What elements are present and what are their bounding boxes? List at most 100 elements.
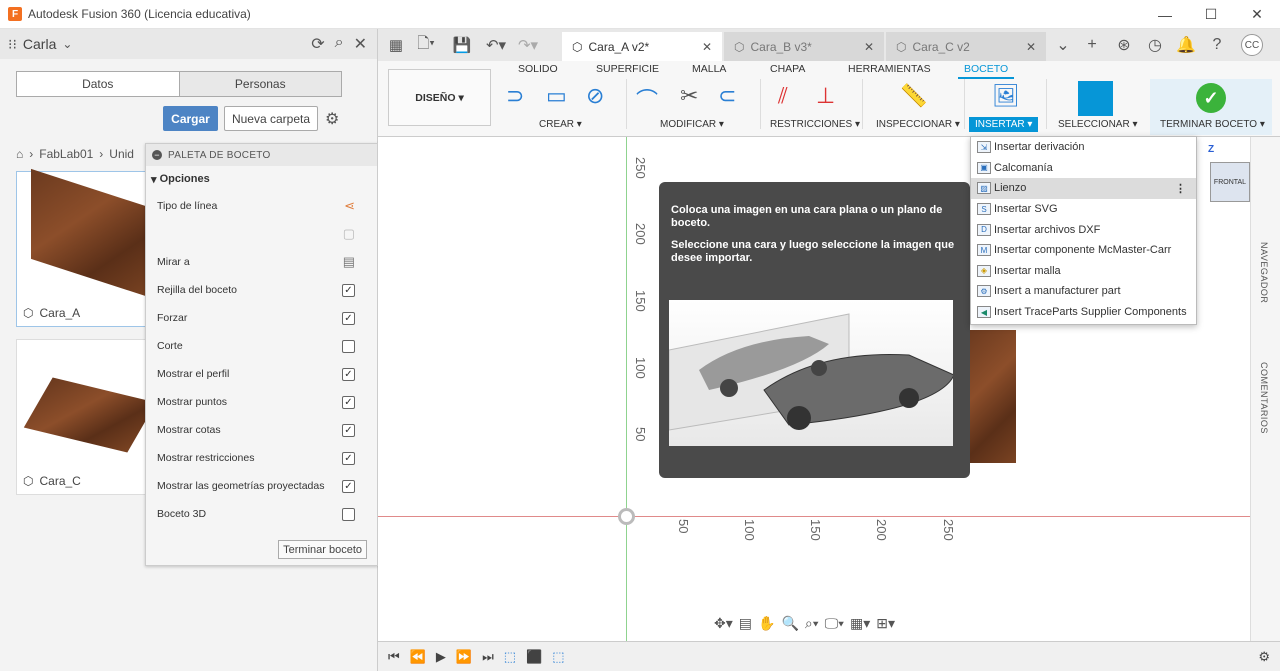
group-terminar-boceto[interactable]: TERMINAR BOCETO ▾ (1160, 119, 1265, 130)
orbit-icon[interactable]: ✥▾ (714, 615, 733, 632)
menu-item-traceparts[interactable]: ◀ Insert TraceParts Supplier Components (971, 302, 1196, 323)
tab-overflow-icon[interactable]: ⌄ (1052, 29, 1074, 61)
file-card[interactable]: ⬡ Cara_A (16, 168, 149, 327)
rectangle-icon[interactable]: ▭ (546, 83, 567, 109)
checkbox[interactable]: ✓ (342, 311, 355, 325)
save-icon[interactable]: 💾 (450, 36, 474, 54)
close-icon[interactable]: ✕ (354, 34, 367, 54)
trim-icon[interactable]: ✂ (680, 83, 698, 109)
user-avatar[interactable]: CC (1240, 29, 1264, 61)
finish-sketch-icon[interactable]: ✓ (1196, 83, 1226, 113)
timeline-feature-icon[interactable]: ⬚ (504, 649, 516, 665)
pan-icon[interactable]: ✋ (758, 615, 775, 632)
timeline-sketch-icon[interactable]: ⬚ (552, 649, 564, 665)
offset-icon[interactable]: ⊂ (718, 83, 736, 109)
fit-icon[interactable]: ⌕▾ (805, 615, 819, 632)
timeline-feature-icon[interactable]: ⬛ (526, 649, 542, 665)
construction-icon[interactable]: ▢ (343, 226, 355, 242)
measure-icon[interactable]: 📏 (900, 83, 927, 109)
go-to-end-icon[interactable]: ⏭ (482, 649, 494, 665)
checkbox[interactable]: ✓ (342, 367, 355, 381)
perpendicular-constraint-icon[interactable]: ⊥ (816, 83, 835, 109)
refresh-icon[interactable]: ⟳ (311, 34, 324, 54)
notifications-icon[interactable]: 🔔 (1174, 29, 1198, 61)
options-section[interactable]: ▾ Opciones (146, 166, 377, 192)
group-seleccionar[interactable]: SELECCIONAR ▾ (1058, 119, 1137, 130)
new-folder-button[interactable]: Nueva carpeta (224, 106, 318, 131)
look-at-icon[interactable]: ▤ (739, 615, 752, 632)
look-at-icon[interactable]: ▤ (343, 254, 355, 270)
zoom-icon[interactable]: 🔍 (781, 615, 798, 632)
tab-chapa[interactable]: CHAPA (770, 63, 805, 75)
tab-malla[interactable]: MALLA (692, 63, 726, 75)
user-selector[interactable]: Carla (23, 36, 56, 52)
checkbox[interactable]: ✓ (342, 395, 355, 409)
tab-datos[interactable]: Datos (17, 72, 179, 96)
group-inspeccionar[interactable]: INSPECCIONAR ▾ (876, 119, 960, 130)
select-icon[interactable] (1078, 81, 1113, 116)
viewports-icon[interactable]: ⊞▾ (876, 615, 895, 632)
checkbox[interactable]: ✓ (342, 423, 355, 437)
coincident-constraint-icon[interactable]: ⫽ (778, 83, 788, 109)
tab-herramientas[interactable]: HERRAMIENTAS (848, 63, 931, 75)
grid-icon[interactable]: ▦ (384, 36, 408, 54)
tab-cara-a[interactable]: ⬡ Cara_A v2* ✕ (562, 32, 722, 61)
tab-solido[interactable]: SOLIDO (518, 63, 558, 75)
group-modificar[interactable]: MODIFICAR ▾ (660, 119, 724, 130)
insert-image-icon[interactable]: 🖼 (992, 83, 1020, 109)
menu-item-manufacturer-part[interactable]: ⚙ Insert a manufacturer part (971, 281, 1196, 302)
group-restricciones[interactable]: RESTRICCIONES ▾ (770, 119, 860, 130)
close-tab-icon[interactable]: ✕ (864, 40, 874, 54)
minimize-button[interactable]: — (1142, 0, 1188, 29)
grid-settings-icon[interactable]: ▦▾ (850, 615, 870, 632)
timeline-settings-icon[interactable]: ⚙ (1258, 649, 1270, 665)
circle-icon[interactable]: ⊘ (586, 83, 604, 109)
go-to-start-icon[interactable]: ⏮ (388, 649, 400, 665)
wood-panel-model[interactable] (968, 330, 1016, 463)
checkbox[interactable] (342, 339, 355, 353)
linetype-icon[interactable]: ⋖ (344, 198, 355, 214)
fillet-icon[interactable]: ⌒ (636, 83, 658, 115)
tab-personas[interactable]: Personas (178, 72, 341, 96)
close-tab-icon[interactable]: ✕ (1026, 40, 1036, 54)
breadcrumb-item[interactable]: FabLab01 (39, 147, 93, 161)
home-icon[interactable]: ⌂ (16, 147, 23, 161)
new-tab-icon[interactable]: + (1080, 29, 1104, 61)
close-tab-icon[interactable]: ✕ (702, 40, 712, 54)
tab-cara-c[interactable]: ⬡ Cara_C v2 ✕ (886, 32, 1046, 61)
checkbox[interactable]: ✓ (342, 479, 355, 493)
checkbox[interactable]: ✓ (342, 451, 355, 465)
step-forward-icon[interactable]: ⏩ (456, 649, 472, 665)
upload-button[interactable]: Cargar (163, 106, 218, 131)
help-icon[interactable]: ? (1205, 29, 1229, 61)
menu-item-insert-mesh[interactable]: ◈ Insertar malla (971, 261, 1196, 282)
group-insertar[interactable]: INSERTAR ▾ (969, 117, 1039, 132)
arc-line-icon[interactable]: ⊃ (506, 83, 524, 109)
job-status-icon[interactable]: ◷ (1143, 29, 1167, 61)
chevron-down-icon[interactable]: ⌄ (62, 37, 72, 51)
file-menu-icon[interactable]: 🗋▾ (414, 33, 438, 58)
menu-item-insert-derive[interactable]: ⇲ Insertar derivación (971, 137, 1196, 158)
menu-item-decal[interactable]: ▣ Calcomanía (971, 158, 1196, 179)
maximize-button[interactable]: ☐ (1188, 0, 1234, 29)
tab-cara-b[interactable]: ⬡ Cara_B v3* ✕ (724, 32, 884, 61)
undo-icon[interactable]: ↶▾ (484, 36, 508, 54)
navigator-panel-toggle[interactable]: NAVEGADOR (1259, 242, 1269, 303)
more-options-icon[interactable]: ⋮ (1175, 182, 1186, 195)
menu-item-insert-svg[interactable]: S Insertar SVG (971, 199, 1196, 220)
menu-item-mcmaster[interactable]: M Insertar componente McMaster-Carr (971, 240, 1196, 261)
breadcrumb-item[interactable]: Unid (109, 147, 134, 161)
file-card[interactable]: ⬡ Cara_C (16, 339, 157, 495)
collapse-palette-icon[interactable]: − (152, 150, 162, 160)
workspace-selector[interactable]: DISEÑO ▾ (388, 69, 491, 126)
grid-apps-icon[interactable]: ⁝⁝ (8, 36, 17, 53)
tab-superficie[interactable]: SUPERFICIE (596, 63, 659, 75)
checkbox[interactable]: ✓ (342, 283, 355, 297)
display-settings-icon[interactable]: 🖵▾ (825, 615, 844, 632)
group-crear[interactable]: CREAR ▾ (539, 119, 582, 130)
close-button[interactable]: ✕ (1234, 0, 1280, 29)
redo-icon[interactable]: ↷▾ (516, 36, 540, 54)
gear-icon[interactable]: ⚙ (325, 109, 339, 129)
menu-item-insert-dxf[interactable]: D Insertar archivos DXF (971, 219, 1196, 240)
menu-item-canvas[interactable]: ▨ Lienzo ⋮ (971, 178, 1196, 199)
